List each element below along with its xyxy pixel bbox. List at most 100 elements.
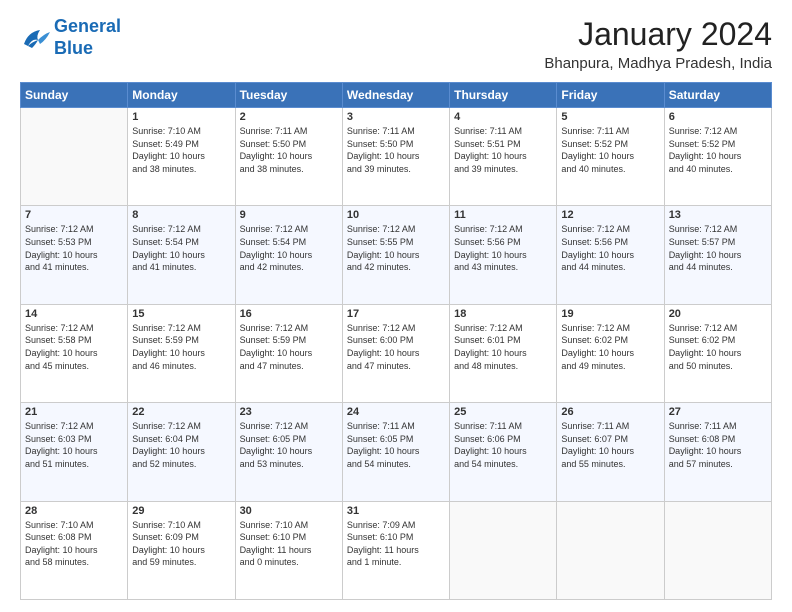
- day-number: 27: [669, 406, 767, 418]
- calendar-week-4: 21 Sunrise: 7:12 AM Sunset: 6:03 PM Dayli…: [21, 403, 772, 501]
- calendar-week-1: 1 Sunrise: 7:10 AM Sunset: 5:49 PM Daylig…: [21, 108, 772, 206]
- day-number: 1: [132, 111, 230, 123]
- title-block: January 2024 Bhanpura, Madhya Pradesh, I…: [544, 16, 772, 72]
- table-row: 5Sunrise: 7:11 AM Sunset: 5:52 PM Daylig…: [557, 108, 664, 206]
- table-row: 24 Sunrise: 7:11 AM Sunset: 6:05 PM Dayli…: [342, 403, 449, 501]
- day-number: 26: [561, 406, 659, 418]
- day-number: 14: [25, 308, 123, 320]
- day-number: 24: [347, 406, 445, 418]
- day-number: 20: [669, 308, 767, 320]
- table-row: 18Sunrise: 7:12 AM Sunset: 6:01 PM Dayli…: [450, 304, 557, 402]
- logo-general: General: [54, 16, 121, 36]
- day-number: 19: [561, 308, 659, 320]
- table-row: 1 Sunrise: 7:10 AM Sunset: 5:49 PM Daylig…: [128, 108, 235, 206]
- day-number: 6: [669, 111, 767, 123]
- table-row: 10Sunrise: 7:12 AM Sunset: 5:55 PM Dayli…: [342, 206, 449, 304]
- logo-text: General Blue: [54, 16, 121, 59]
- logo-blue: Blue: [54, 38, 93, 58]
- day-info: Sunrise: 7:10 AM Sunset: 6:08 PM Dayligh…: [25, 519, 123, 569]
- table-row: 11Sunrise: 7:12 AM Sunset: 5:56 PM Dayli…: [450, 206, 557, 304]
- table-row: 19 Sunrise: 7:12 AM Sunset: 6:02 PM Dayli…: [557, 304, 664, 402]
- logo-icon: [20, 24, 52, 52]
- day-info: Sunrise: 7:12 AM Sunset: 5:59 PM Dayligh…: [132, 322, 230, 372]
- table-row: 25Sunrise: 7:11 AM Sunset: 6:06 PM Dayli…: [450, 403, 557, 501]
- table-row: 23Sunrise: 7:12 AM Sunset: 6:05 PM Dayli…: [235, 403, 342, 501]
- table-row: 2Sunrise: 7:11 AM Sunset: 5:50 PM Daylig…: [235, 108, 342, 206]
- day-info: Sunrise: 7:11 AM Sunset: 5:50 PM Dayligh…: [240, 125, 338, 175]
- day-info: Sunrise: 7:11 AM Sunset: 5:51 PM Dayligh…: [454, 125, 552, 175]
- day-info: Sunrise: 7:10 AM Sunset: 5:49 PM Dayligh…: [132, 125, 230, 175]
- header-sunday: Sunday: [21, 83, 128, 108]
- day-number: 21: [25, 406, 123, 418]
- day-number: 30: [240, 505, 338, 517]
- day-info: Sunrise: 7:12 AM Sunset: 5:52 PM Dayligh…: [669, 125, 767, 175]
- day-number: 31: [347, 505, 445, 517]
- table-row: 17 Sunrise: 7:12 AM Sunset: 6:00 PM Dayli…: [342, 304, 449, 402]
- table-row: [557, 501, 664, 599]
- table-row: 21 Sunrise: 7:12 AM Sunset: 6:03 PM Dayli…: [21, 403, 128, 501]
- table-row: 31 Sunrise: 7:09 AM Sunset: 6:10 PM Dayli…: [342, 501, 449, 599]
- table-row: 16Sunrise: 7:12 AM Sunset: 5:59 PM Dayli…: [235, 304, 342, 402]
- table-row: 7 Sunrise: 7:12 AM Sunset: 5:53 PM Daylig…: [21, 206, 128, 304]
- day-number: 22: [132, 406, 230, 418]
- day-number: 7: [25, 209, 123, 221]
- calendar: Sunday Monday Tuesday Wednesday Thursday…: [20, 82, 772, 600]
- day-info: Sunrise: 7:12 AM Sunset: 6:03 PM Dayligh…: [25, 420, 123, 470]
- day-info: Sunrise: 7:12 AM Sunset: 5:57 PM Dayligh…: [669, 223, 767, 273]
- day-number: 15: [132, 308, 230, 320]
- day-info: Sunrise: 7:11 AM Sunset: 6:08 PM Dayligh…: [669, 420, 767, 470]
- day-info: Sunrise: 7:10 AM Sunset: 6:10 PM Dayligh…: [240, 519, 338, 569]
- header-wednesday: Wednesday: [342, 83, 449, 108]
- table-row: 26Sunrise: 7:11 AM Sunset: 6:07 PM Dayli…: [557, 403, 664, 501]
- calendar-week-2: 7 Sunrise: 7:12 AM Sunset: 5:53 PM Daylig…: [21, 206, 772, 304]
- day-number: 17: [347, 308, 445, 320]
- day-number: 29: [132, 505, 230, 517]
- day-info: Sunrise: 7:12 AM Sunset: 5:55 PM Dayligh…: [347, 223, 445, 273]
- header-saturday: Saturday: [664, 83, 771, 108]
- table-row: 12 Sunrise: 7:12 AM Sunset: 5:56 PM Dayli…: [557, 206, 664, 304]
- calendar-header-row: Sunday Monday Tuesday Wednesday Thursday…: [21, 83, 772, 108]
- calendar-week-3: 14 Sunrise: 7:12 AM Sunset: 5:58 PM Dayli…: [21, 304, 772, 402]
- table-row: 9Sunrise: 7:12 AM Sunset: 5:54 PM Daylig…: [235, 206, 342, 304]
- table-row: 15 Sunrise: 7:12 AM Sunset: 5:59 PM Dayli…: [128, 304, 235, 402]
- table-row: 14 Sunrise: 7:12 AM Sunset: 5:58 PM Dayli…: [21, 304, 128, 402]
- header: General Blue January 2024 Bhanpura, Madh…: [20, 16, 772, 72]
- table-row: 6 Sunrise: 7:12 AM Sunset: 5:52 PM Daylig…: [664, 108, 771, 206]
- page: General Blue January 2024 Bhanpura, Madh…: [0, 0, 792, 612]
- day-number: 12: [561, 209, 659, 221]
- month-title: January 2024: [544, 16, 772, 53]
- header-friday: Friday: [557, 83, 664, 108]
- day-number: 9: [240, 209, 338, 221]
- table-row: 20 Sunrise: 7:12 AM Sunset: 6:02 PM Dayli…: [664, 304, 771, 402]
- day-info: Sunrise: 7:12 AM Sunset: 6:00 PM Dayligh…: [347, 322, 445, 372]
- day-number: 5: [561, 111, 659, 123]
- table-row: 3Sunrise: 7:11 AM Sunset: 5:50 PM Daylig…: [342, 108, 449, 206]
- day-info: Sunrise: 7:12 AM Sunset: 5:54 PM Dayligh…: [132, 223, 230, 273]
- day-info: Sunrise: 7:12 AM Sunset: 5:59 PM Dayligh…: [240, 322, 338, 372]
- calendar-week-5: 28 Sunrise: 7:10 AM Sunset: 6:08 PM Dayli…: [21, 501, 772, 599]
- day-info: Sunrise: 7:12 AM Sunset: 6:05 PM Dayligh…: [240, 420, 338, 470]
- table-row: [450, 501, 557, 599]
- day-number: 11: [454, 209, 552, 221]
- day-number: 25: [454, 406, 552, 418]
- table-row: 29Sunrise: 7:10 AM Sunset: 6:09 PM Dayli…: [128, 501, 235, 599]
- header-tuesday: Tuesday: [235, 83, 342, 108]
- day-info: Sunrise: 7:12 AM Sunset: 6:04 PM Dayligh…: [132, 420, 230, 470]
- day-number: 28: [25, 505, 123, 517]
- logo: General Blue: [20, 16, 121, 59]
- day-number: 18: [454, 308, 552, 320]
- day-info: Sunrise: 7:11 AM Sunset: 5:50 PM Dayligh…: [347, 125, 445, 175]
- day-info: Sunrise: 7:09 AM Sunset: 6:10 PM Dayligh…: [347, 519, 445, 569]
- day-number: 8: [132, 209, 230, 221]
- day-number: 13: [669, 209, 767, 221]
- day-info: Sunrise: 7:12 AM Sunset: 5:56 PM Dayligh…: [561, 223, 659, 273]
- day-info: Sunrise: 7:12 AM Sunset: 6:02 PM Dayligh…: [561, 322, 659, 372]
- table-row: 30 Sunrise: 7:10 AM Sunset: 6:10 PM Dayli…: [235, 501, 342, 599]
- day-info: Sunrise: 7:12 AM Sunset: 5:53 PM Dayligh…: [25, 223, 123, 273]
- location: Bhanpura, Madhya Pradesh, India: [544, 55, 772, 72]
- table-row: [664, 501, 771, 599]
- day-info: Sunrise: 7:11 AM Sunset: 6:05 PM Dayligh…: [347, 420, 445, 470]
- table-row: 28 Sunrise: 7:10 AM Sunset: 6:08 PM Dayli…: [21, 501, 128, 599]
- day-info: Sunrise: 7:12 AM Sunset: 5:58 PM Dayligh…: [25, 322, 123, 372]
- day-info: Sunrise: 7:12 AM Sunset: 6:02 PM Dayligh…: [669, 322, 767, 372]
